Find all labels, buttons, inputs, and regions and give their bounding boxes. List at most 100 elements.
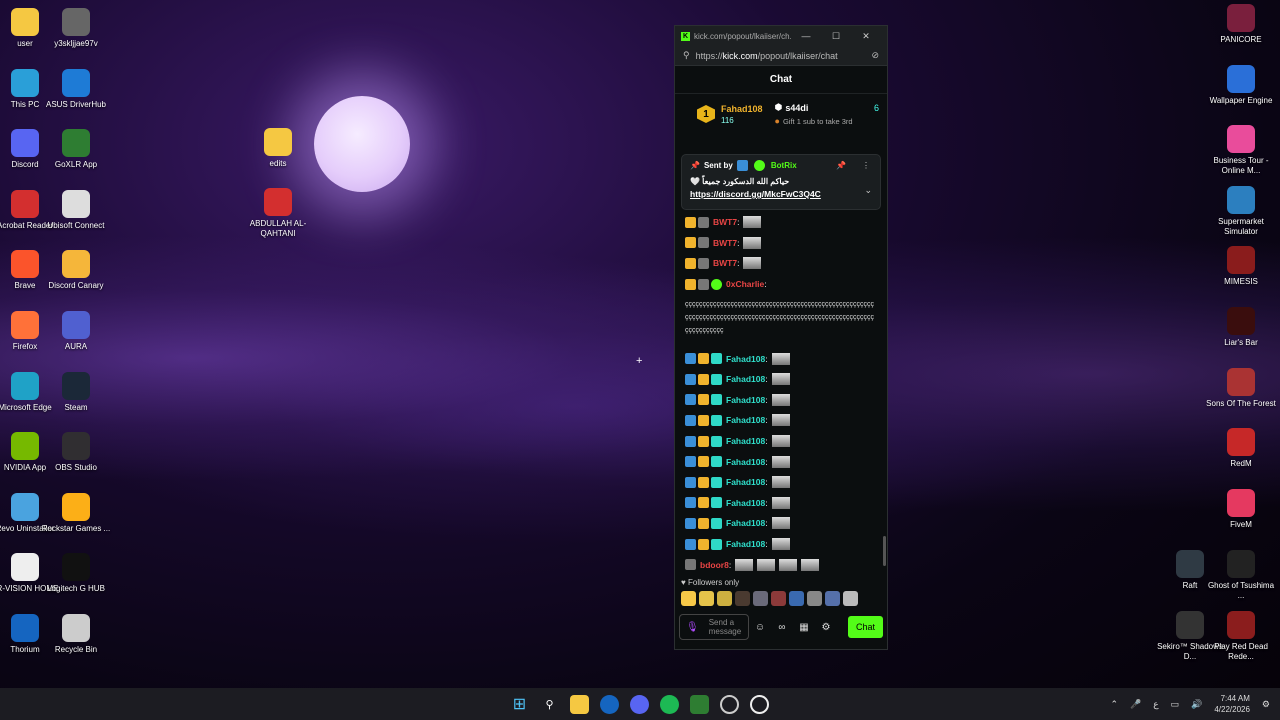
desktop-icon[interactable]: Wallpaper Engine xyxy=(1204,64,1278,106)
minimize-button[interactable]: — xyxy=(791,31,821,41)
chat-username[interactable]: Fahad108 xyxy=(726,436,765,446)
address-bar[interactable]: ⚲ https://kick.com/popout/lkaiiser/chat … xyxy=(675,46,887,66)
desktop-icon-label: ASUS DriverHub xyxy=(45,99,106,109)
volume-icon[interactable]: 🔊 xyxy=(1191,699,1202,710)
chat-scrollbar[interactable] xyxy=(883,536,886,566)
hide-eye-icon[interactable]: ⊘ xyxy=(871,50,879,61)
mic-tray-icon[interactable]: 🎤 xyxy=(1130,699,1141,710)
discord-taskbar-icon[interactable] xyxy=(630,694,649,714)
desktop-icon[interactable]: FiveM xyxy=(1204,488,1278,530)
desktop-icon[interactable]: PANICORE xyxy=(1204,4,1278,45)
chat-username[interactable]: BWT7 xyxy=(713,258,737,268)
desktop-icon[interactable]: AURA xyxy=(39,311,113,352)
chat-username[interactable]: Fahad108 xyxy=(726,415,765,425)
emoji-icon[interactable]: ☺ xyxy=(749,622,771,633)
desktop-icon[interactable]: RedM xyxy=(1204,428,1278,469)
emote-button[interactable] xyxy=(825,591,840,606)
desktop-icon[interactable]: Ghost of Tsushima ... xyxy=(1204,550,1278,601)
desktop-icon[interactable]: Recycle Bin xyxy=(39,614,113,655)
emote-button[interactable] xyxy=(699,591,714,606)
badge-icon xyxy=(685,373,696,385)
desktop-icon[interactable]: ASUS DriverHub xyxy=(39,68,113,110)
desktop-icon[interactable]: OBS Studio xyxy=(39,432,113,473)
emote-button[interactable] xyxy=(681,591,696,606)
unpin-icon[interactable]: 📌 xyxy=(836,161,846,170)
desktop-icon[interactable]: Logitech G HUB xyxy=(39,553,113,594)
tray-overflow-icon[interactable]: ⌃ xyxy=(1110,699,1118,710)
desktop-icon[interactable]: edits xyxy=(241,128,315,169)
chat-input[interactable]: 🎙 Send a message xyxy=(679,614,749,640)
desktop-icon[interactable]: ABDULLAH AL-QAHTANI xyxy=(241,188,315,239)
chat-username[interactable]: Fahad108 xyxy=(726,539,765,549)
thorium-icon xyxy=(11,614,39,642)
emote-button[interactable] xyxy=(753,591,768,606)
maximize-button[interactable]: ☐ xyxy=(821,31,851,42)
chat-message-row: Fahad108: xyxy=(675,390,887,411)
obs-taskbar-icon[interactable] xyxy=(720,694,739,714)
desktop-icon[interactable]: Rockstar Games ... xyxy=(39,492,113,534)
desktop-icon[interactable]: Business Tour - Online M... xyxy=(1204,125,1278,176)
store-icon[interactable]: ▦ xyxy=(793,622,815,633)
desktop-icon[interactable]: GoXLR App xyxy=(39,129,113,170)
revo-icon xyxy=(11,492,39,521)
chat-username[interactable]: Fahad108 xyxy=(726,498,765,508)
emote-button[interactable] xyxy=(771,591,786,606)
top-gifter-count: 116 xyxy=(721,115,734,125)
badge-icon xyxy=(698,497,709,509)
search-icon[interactable]: ⚲ xyxy=(540,695,559,714)
pinned-message[interactable]: 📌 Sent by BotRix 📌 ⋮ حياكم الله الدسكورد… xyxy=(681,154,881,210)
emote-button[interactable] xyxy=(735,591,750,606)
top-gifter-name[interactable]: Fahad108 xyxy=(721,104,763,114)
close-button[interactable]: ✕ xyxy=(851,31,881,42)
desktop-icon[interactable]: Play Red Dead Rede... xyxy=(1204,611,1278,662)
send-chat-button[interactable]: Chat xyxy=(847,616,883,638)
chat-username[interactable]: Fahad108 xyxy=(726,354,765,364)
mic-icon[interactable]: 🎙 xyxy=(686,622,699,633)
thorium-browser-icon[interactable] xyxy=(600,694,619,714)
emote-button[interactable] xyxy=(717,591,732,606)
language-indicator[interactable]: ع xyxy=(1153,699,1158,710)
bot-name[interactable]: BotRix xyxy=(771,161,797,170)
second-gifter-name[interactable]: s44di xyxy=(785,103,808,113)
chat-username[interactable]: BWT7 xyxy=(713,217,737,227)
badge-icon xyxy=(698,394,709,406)
windows-start-icon[interactable]: ⊞ xyxy=(510,695,529,714)
clock[interactable]: 7:44 AM 4/22/2026 xyxy=(1214,693,1250,715)
chat-username[interactable]: Fahad108 xyxy=(726,395,765,405)
chat-username[interactable]: Fahad108 xyxy=(726,457,765,467)
spotify-icon[interactable] xyxy=(660,694,679,714)
site-info-icon[interactable]: ⚲ xyxy=(683,50,690,61)
chatgpt-icon[interactable] xyxy=(750,694,769,714)
desktop-icon[interactable]: Liar's Bar xyxy=(1204,307,1278,348)
emote-button[interactable] xyxy=(843,591,858,606)
chat-username[interactable]: bdoor8 xyxy=(700,560,729,570)
emote-button[interactable] xyxy=(789,591,804,606)
desktop-icon[interactable]: Sons Of The Forest xyxy=(1204,367,1278,409)
discord-link[interactable]: https://discord.gg/MkcFwC3Q4C xyxy=(690,189,872,199)
desktop-icon[interactable]: y3skljjae97v xyxy=(39,8,113,49)
notifications-icon[interactable]: ⚙ xyxy=(1262,699,1270,710)
chat-input-bar: 🎙 Send a message ☺ ∞ ▦ ⚙ Chat xyxy=(679,614,883,640)
chat-username[interactable]: Fahad108 xyxy=(726,518,765,528)
desktop-icon[interactable]: Ubisoft Connect xyxy=(39,189,113,231)
chat-username[interactable]: Fahad108 xyxy=(726,477,765,487)
chevron-down-icon[interactable]: ⌄ xyxy=(864,185,872,196)
url-text[interactable]: https://kick.com/popout/lkaiiser/chat xyxy=(696,51,872,61)
goxlr-taskbar-icon[interactable] xyxy=(690,694,709,714)
network-icon[interactable]: ▭ xyxy=(1171,699,1180,710)
emote-button[interactable] xyxy=(807,591,822,606)
more-options-icon[interactable]: ⋮ xyxy=(862,161,870,170)
chat-username[interactable]: Fahad108 xyxy=(726,374,765,384)
desktop-icon[interactable]: Supermarket Simulator xyxy=(1204,185,1278,237)
gift-cta-text[interactable]: Gift 1 sub to take 3rd xyxy=(783,117,853,126)
desktop-icon[interactable]: MIMESIS xyxy=(1204,246,1278,287)
chat-username[interactable]: 0xCharlie xyxy=(726,279,764,289)
rockstar-icon xyxy=(62,492,90,521)
chat-username[interactable]: BWT7 xyxy=(713,238,737,248)
desktop-icon[interactable]: Steam xyxy=(39,371,113,413)
file-explorer-icon[interactable] xyxy=(570,694,589,714)
desktop-icon[interactable]: Discord Canary xyxy=(39,250,113,291)
brave-icon xyxy=(11,250,39,279)
settings-gear-icon[interactable]: ⚙ xyxy=(815,622,837,633)
channel-points-icon[interactable]: ∞ xyxy=(771,622,793,633)
